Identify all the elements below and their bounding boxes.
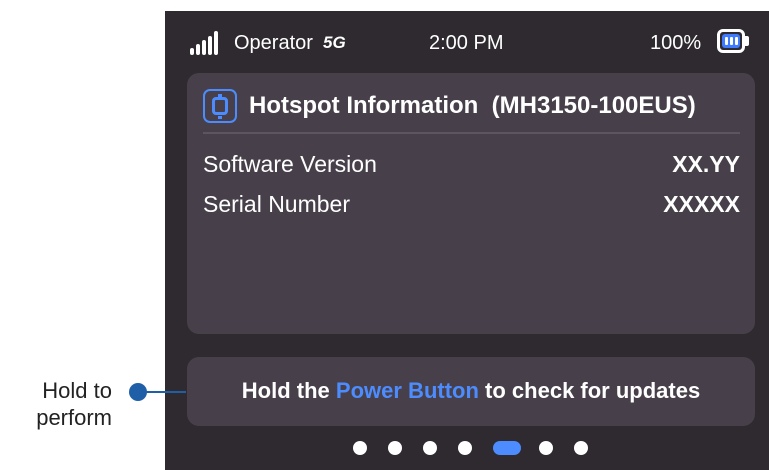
card-title: Hotspot Information (MH3150-100EUS) — [249, 91, 696, 121]
battery-icon — [717, 29, 745, 53]
page-dot-3[interactable] — [423, 441, 437, 455]
battery-percent: 100% — [650, 32, 702, 54]
device-screen: Operator 5G 2:00 PM 100% Hotspot Informa… — [165, 11, 769, 470]
status-bar: Operator 5G 2:00 PM 100% — [165, 11, 769, 71]
update-hint-text: Hold the Power Button to check for updat… — [187, 377, 755, 405]
divider — [203, 132, 740, 134]
info-value: XX.YY — [672, 151, 740, 177]
callout-label: Hold to perform — [10, 377, 112, 431]
info-label: Serial Number — [203, 191, 350, 217]
page-dot-1[interactable] — [353, 441, 367, 455]
hotspot-info-card: Hotspot Information (MH3150-100EUS) Soft… — [187, 73, 755, 334]
signal-bars-icon — [190, 31, 224, 55]
device-model: (MH3150-100EUS) — [491, 92, 696, 119]
network-type: 5G — [323, 33, 346, 52]
callout-line-1: Hold to — [42, 378, 112, 403]
page-dot-4[interactable] — [458, 441, 472, 455]
hint-prefix: Hold the — [241, 378, 330, 403]
hint-suffix: to check for updates — [485, 378, 701, 403]
page-dot-2[interactable] — [388, 441, 402, 455]
battery-tip — [745, 36, 749, 46]
callout-line-2: perform — [36, 405, 112, 430]
callout-leader-line — [146, 391, 186, 393]
info-value: XXXXX — [663, 191, 740, 217]
info-label: Software Version — [203, 151, 377, 177]
clock: 2:00 PM — [429, 32, 504, 54]
page-dot-6[interactable] — [539, 441, 553, 455]
hotspot-icon — [203, 89, 237, 123]
page-dot-7[interactable] — [574, 441, 588, 455]
page-dot-5-active[interactable] — [493, 441, 521, 455]
power-button-label: Power Button — [335, 378, 479, 403]
carrier-name: Operator — [234, 32, 313, 54]
card-title-text: Hotspot Information — [249, 92, 479, 119]
callout-marker — [129, 383, 147, 401]
page-indicator — [165, 441, 769, 455]
update-hint-banner: Hold the Power Button to check for updat… — [187, 357, 755, 426]
